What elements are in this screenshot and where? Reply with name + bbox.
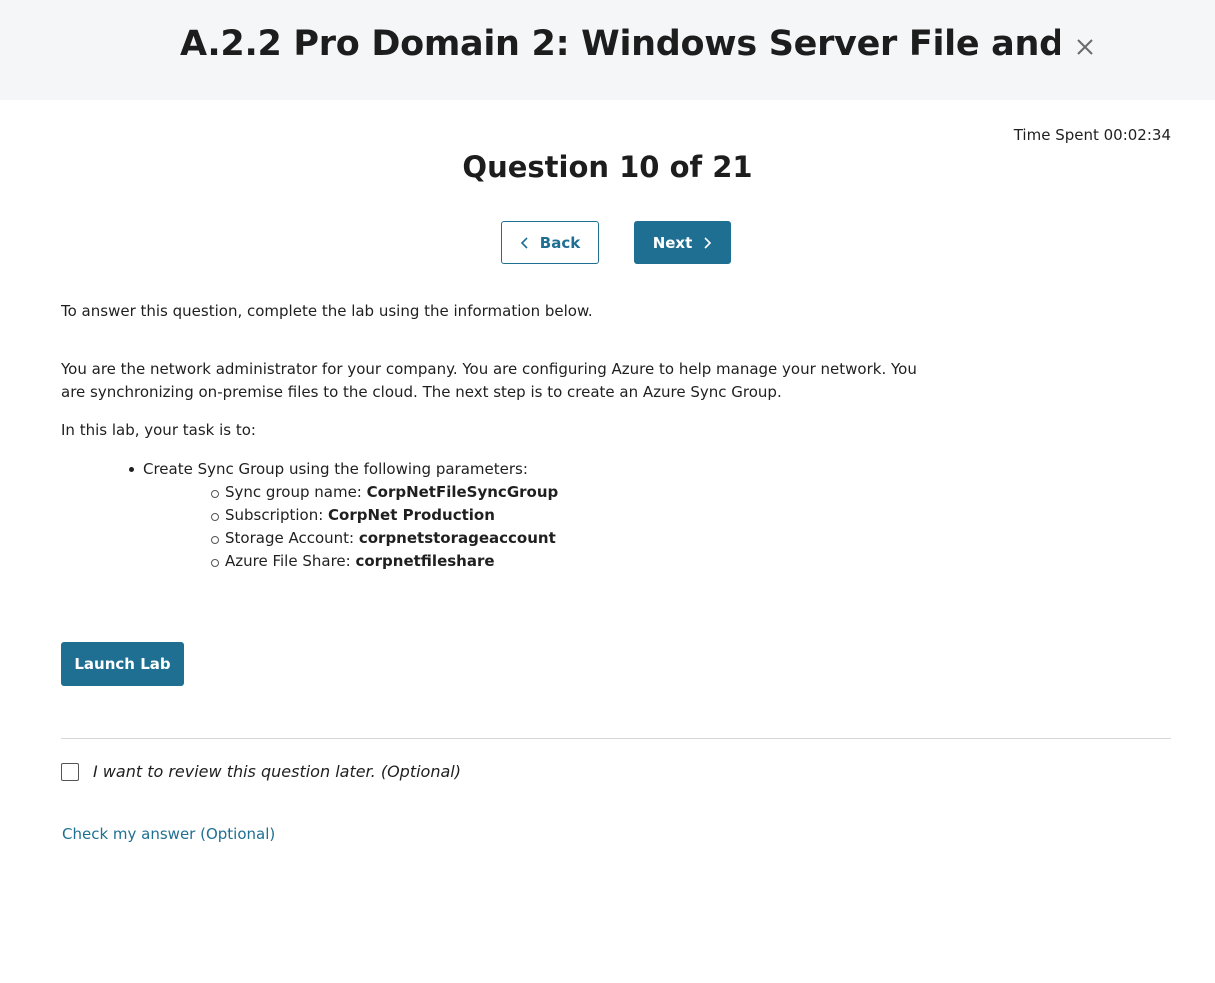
header-bar: A.2.2 Pro Domain 2: Windows Server File … <box>0 0 1215 100</box>
list-item: Storage Account: corpnetstorageaccount <box>211 527 558 550</box>
next-button[interactable]: Next <box>634 221 731 264</box>
close-icon <box>1077 39 1093 55</box>
review-later-row: I want to review this question later. (O… <box>61 762 461 781</box>
close-button[interactable] <box>1072 34 1098 60</box>
list-item: Create Sync Group using the following pa… <box>127 458 558 573</box>
time-spent: Time Spent 00:02:34 <box>1013 126 1171 144</box>
review-later-checkbox[interactable] <box>61 762 79 781</box>
back-button[interactable]: Back <box>501 221 599 264</box>
question-title: Question 10 of 21 <box>462 150 753 184</box>
intro-text: To answer this question, complete the la… <box>61 302 593 320</box>
chevron-left-icon <box>520 236 528 249</box>
list-item: Sync group name: CorpNetFileSyncGroup <box>211 481 558 504</box>
review-later-label[interactable]: I want to review this question later. (O… <box>93 762 461 781</box>
back-button-label: Back <box>539 233 581 252</box>
param-value: corpnetstorageaccount <box>358 529 556 547</box>
page-title: A.2.2 Pro Domain 2: Windows Server File … <box>180 24 1060 64</box>
launch-lab-button[interactable]: Launch Lab <box>61 642 184 686</box>
task-intro-text: In this lab, your task is to: <box>61 421 256 439</box>
list-item: Subscription: CorpNet Production <box>211 504 558 527</box>
param-label: Sync group name: <box>225 483 367 501</box>
divider <box>61 738 1171 739</box>
list-item: Azure File Share: corpnetfileshare <box>211 550 558 573</box>
param-value: CorpNet Production <box>328 506 495 524</box>
next-button-label: Next <box>652 233 693 252</box>
task-text: Create Sync Group using the following pa… <box>143 460 528 478</box>
param-label: Storage Account: <box>225 529 359 547</box>
param-label: Subscription: <box>225 506 329 524</box>
param-value: corpnetfileshare <box>355 552 495 570</box>
check-answer-link[interactable]: Check my answer (Optional) <box>62 825 275 843</box>
task-list: Create Sync Group using the following pa… <box>127 458 558 573</box>
param-label: Azure File Share: <box>225 552 356 570</box>
param-value: CorpNetFileSyncGroup <box>366 483 559 501</box>
parameter-list: Sync group name: CorpNetFileSyncGroup Su… <box>211 481 558 573</box>
chevron-right-icon <box>704 236 712 249</box>
scenario-text: You are the network administrator for yo… <box>61 360 917 401</box>
